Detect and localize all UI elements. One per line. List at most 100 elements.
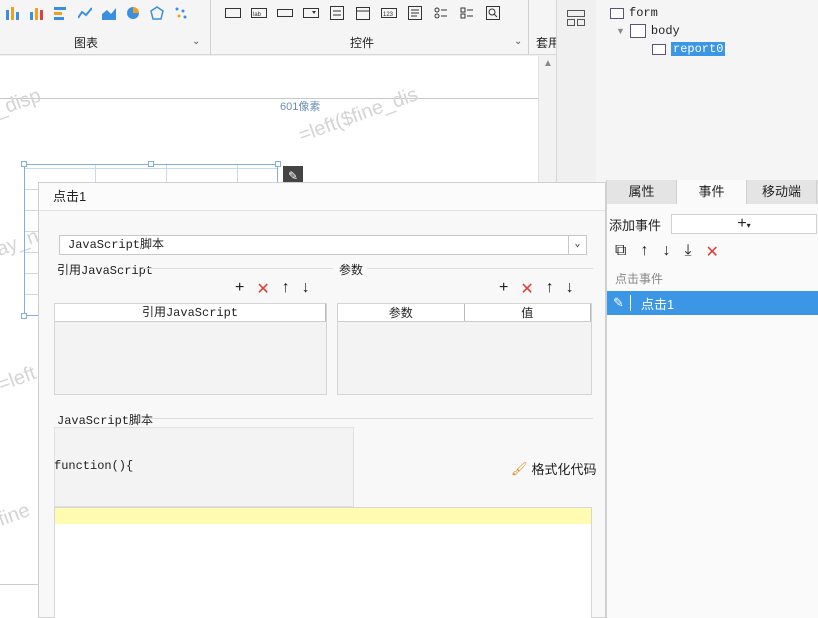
panel-tabs: 属性 事件 移动端 bbox=[607, 180, 818, 204]
format-code-button[interactable]: 🖌 格式化代码 bbox=[511, 459, 597, 478]
param-table[interactable]: 参数 值 bbox=[337, 303, 592, 395]
resize-handle[interactable] bbox=[148, 161, 154, 167]
tree-node-report[interactable]: report0 bbox=[652, 42, 726, 56]
chart-icons bbox=[4, 4, 190, 22]
chart-group-label: 图表 bbox=[74, 36, 99, 50]
search-widget-icon[interactable] bbox=[484, 4, 502, 22]
delete-icon[interactable]: ✕ bbox=[520, 279, 533, 299]
toolbar-divider bbox=[210, 0, 211, 55]
tree-node-body[interactable]: ▼ body bbox=[616, 24, 680, 38]
watermark-text: =left($fine_dis bbox=[295, 83, 421, 147]
move-down-icon[interactable]: ↓ bbox=[566, 279, 574, 299]
js-section-label: JavaScript脚本 bbox=[57, 414, 154, 428]
watermark-text: fine bbox=[0, 499, 33, 531]
label-widget-icon[interactable]: lab bbox=[250, 4, 268, 22]
table-header: 参数 值 bbox=[338, 304, 591, 322]
plus-icon: + bbox=[737, 215, 747, 232]
bar-chart-icon[interactable] bbox=[4, 4, 22, 22]
checkbox-group-icon[interactable] bbox=[458, 4, 476, 22]
delete-icon[interactable]: ✕ bbox=[256, 279, 269, 299]
width-guide-label: 601像素 bbox=[280, 101, 321, 113]
code-editor[interactable] bbox=[54, 507, 592, 618]
column-chart-icon[interactable] bbox=[28, 4, 46, 22]
widget-group-label: 控件 bbox=[350, 36, 375, 50]
section-line bbox=[143, 418, 593, 419]
copy-icon[interactable]: ⧉ bbox=[615, 242, 626, 262]
form-icon bbox=[610, 7, 624, 19]
textarea-widget-icon[interactable] bbox=[406, 4, 424, 22]
dropdown-widget-icon[interactable] bbox=[302, 4, 320, 22]
event-group-label: 点击事件 bbox=[615, 272, 664, 286]
toolbar-divider bbox=[528, 0, 529, 55]
table-header: 引用JavaScript bbox=[55, 304, 326, 322]
width-guide bbox=[0, 98, 540, 99]
tab-properties[interactable]: 属性 bbox=[607, 180, 677, 204]
tab-mobile[interactable]: 移动端 bbox=[747, 180, 817, 204]
ref-js-table[interactable]: 引用JavaScript bbox=[54, 303, 327, 395]
area-chart-icon[interactable] bbox=[100, 4, 118, 22]
pie-chart-icon[interactable] bbox=[124, 4, 142, 22]
params-label: 参数 bbox=[339, 263, 364, 277]
move-up-icon[interactable]: ↑ bbox=[640, 242, 648, 262]
scatter-chart-icon[interactable] bbox=[172, 4, 190, 22]
resize-handle[interactable] bbox=[21, 161, 27, 167]
date-widget-icon[interactable] bbox=[354, 4, 372, 22]
move-up-icon[interactable]: ↑ bbox=[282, 279, 290, 299]
radar-chart-icon[interactable] bbox=[148, 4, 166, 22]
column-header[interactable]: 引用JavaScript bbox=[55, 304, 326, 321]
watermark-text: =left bbox=[0, 362, 39, 396]
add-event-row: 添加事件 +▾ bbox=[609, 214, 818, 234]
scroll-up-icon[interactable]: ▲ bbox=[543, 58, 553, 69]
expand-icon[interactable]: ▼ bbox=[616, 26, 625, 36]
layout-grid-icon[interactable] bbox=[567, 10, 585, 29]
body-icon bbox=[629, 24, 646, 38]
move-bottom-icon[interactable]: ⤓ bbox=[684, 242, 691, 262]
add-event-label: 添加事件 bbox=[609, 217, 662, 233]
add-icon[interactable]: + bbox=[499, 279, 508, 299]
add-event-dropdown[interactable]: +▾ bbox=[671, 214, 818, 234]
chevron-down-icon[interactable]: ⌄ bbox=[514, 36, 522, 47]
event-editor-dialog: 点击1 JavaScript脚本 ⌄ 引用JavaScript 参数 + ✕ ↑… bbox=[38, 182, 606, 618]
textbox-widget-icon[interactable] bbox=[276, 4, 294, 22]
broom-icon: 🖌 bbox=[511, 460, 528, 476]
report-icon bbox=[652, 43, 666, 55]
resize-handle[interactable] bbox=[275, 161, 281, 167]
section-line bbox=[367, 268, 593, 269]
event-type-select[interactable]: JavaScript脚本 ⌄ bbox=[59, 235, 587, 255]
event-item-selected[interactable]: ✎ 点击1 bbox=[607, 291, 818, 315]
component-panel-toggle bbox=[556, 0, 596, 182]
chevron-down-icon[interactable]: ⌄ bbox=[568, 236, 586, 254]
tree-node-form[interactable]: form bbox=[610, 6, 658, 20]
resize-handle[interactable] bbox=[21, 313, 27, 319]
edit-icon: ✎ bbox=[287, 169, 299, 183]
button-widget-icon[interactable] bbox=[224, 4, 242, 22]
toolbar: 图表 ⌄ lab 123 控件 ⌄ ⋮ 套用 bbox=[0, 0, 563, 55]
move-down-icon[interactable]: ↓ bbox=[662, 242, 670, 262]
current-line-highlight bbox=[55, 508, 591, 524]
line-chart-icon[interactable] bbox=[76, 4, 94, 22]
listbox-widget-icon[interactable] bbox=[328, 4, 346, 22]
section-line bbox=[143, 268, 333, 269]
add-icon[interactable]: + bbox=[235, 279, 244, 299]
radio-group-icon[interactable] bbox=[432, 4, 450, 22]
delete-icon[interactable]: ✕ bbox=[706, 242, 719, 262]
watermark-text: _disp bbox=[0, 84, 44, 122]
chevron-down-icon[interactable]: ⌄ bbox=[192, 36, 200, 47]
tab-events[interactable]: 事件 bbox=[677, 180, 747, 204]
stacked-bar-icon[interactable] bbox=[52, 4, 70, 22]
pencil-icon: ✎ bbox=[607, 295, 631, 311]
svg-text:123: 123 bbox=[383, 12, 394, 18]
move-up-icon[interactable]: ↑ bbox=[546, 279, 554, 299]
properties-panel: 属性 事件 移动端 添加事件 +▾ ⧉ ↑ ↓ ⤓ ✕ 点击事件 ✎ 点击1 bbox=[606, 180, 818, 618]
chevron-down-icon: ▾ bbox=[746, 221, 751, 230]
ref-js-actions: + ✕ ↑ ↓ bbox=[235, 279, 310, 299]
ref-js-label: 引用JavaScript bbox=[57, 264, 154, 278]
column-header[interactable]: 参数 bbox=[338, 304, 465, 321]
column-header[interactable]: 值 bbox=[465, 304, 591, 321]
svg-text:lab: lab bbox=[253, 12, 262, 18]
widget-icons: lab 123 bbox=[224, 4, 502, 22]
move-down-icon[interactable]: ↓ bbox=[302, 279, 310, 299]
number-widget-icon[interactable]: 123 bbox=[380, 4, 398, 22]
dialog-title: 点击1 bbox=[39, 183, 605, 211]
widget-tree: form ▼ body report0 bbox=[596, 0, 818, 182]
